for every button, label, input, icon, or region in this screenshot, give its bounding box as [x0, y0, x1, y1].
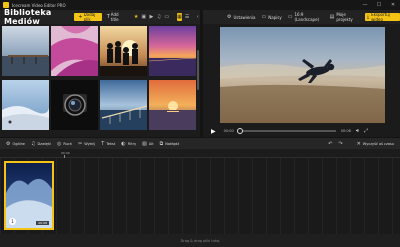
playback-controls: ▶ 00:00 00:08 🔊︎ ⤢	[203, 125, 400, 137]
aspect-ratio-icon: ▭	[287, 14, 293, 20]
undo-icon[interactable]: ↶	[328, 141, 332, 147]
redo-icon[interactable]: ↷	[338, 141, 342, 147]
timeline-ruler[interactable]: 00:00	[0, 149, 400, 158]
motion-icon: ◎	[56, 140, 62, 147]
audio-tool-button[interactable]: ♫ Dzwięki	[31, 141, 51, 147]
current-time: 00:00	[223, 129, 234, 133]
drop-hint: Drag & drop pliki tutaj	[180, 238, 220, 243]
maximize-button[interactable]: ☐	[372, 0, 386, 10]
aspect-ratio-label: 16:9 (Landscape)	[294, 12, 320, 22]
minimize-button[interactable]: —	[358, 0, 372, 10]
grid-view-icon[interactable]: ▦	[177, 13, 182, 21]
add-file-button[interactable]: + Dodaj plik	[74, 12, 102, 22]
library-header: Biblioteka Mediów + Dodaj plik T Add tit…	[0, 8, 200, 26]
add-file-label: Dodaj plik	[83, 12, 96, 22]
media-thumbnail[interactable]	[100, 26, 147, 76]
media-thumbnail[interactable]	[2, 26, 49, 76]
text-plus-icon: T	[106, 14, 110, 20]
media-thumbnail[interactable]	[51, 80, 98, 130]
edit-toolbar: ⚙ Ogólne ♫ Dzwięki ◎ Ruch ✂ Wytnij T Tek…	[0, 137, 400, 149]
subtitles-button[interactable]: ▭ Napisy	[261, 14, 281, 20]
export-video-button[interactable]: ⤓ Eksportuj wideo	[364, 12, 400, 22]
folder-icon: ▤	[329, 14, 335, 20]
seek-bar[interactable]	[236, 128, 336, 134]
add-title-label: Add title	[110, 12, 119, 22]
timeline-clip[interactable]: 1 00:08	[4, 161, 54, 230]
add-title-button[interactable]: T Add title	[104, 12, 126, 22]
overlay-icon: ⧉	[159, 140, 164, 147]
video-preview[interactable]	[220, 27, 385, 123]
media-thumbnail[interactable]	[100, 80, 147, 130]
seek-handle[interactable]	[236, 128, 243, 134]
clear-timeline-label: Wyczyść oś czasu	[362, 141, 394, 146]
subtitles-icon: ▭	[261, 14, 267, 20]
gear-icon: ⚙	[6, 140, 11, 147]
media-thumbnail[interactable]	[51, 26, 98, 76]
clear-timeline-button[interactable]: ✕ Wyczyść oś czasu	[351, 141, 394, 147]
gear-icon: ⚙	[227, 14, 232, 20]
media-thumbnail[interactable]	[2, 80, 49, 130]
transition-tool-button[interactable]: ▧ Alt	[142, 141, 153, 147]
text-tool-label: Tekst	[106, 141, 116, 146]
text-tool-button[interactable]: T Tekst	[101, 141, 115, 147]
subtitles-label: Napisy	[268, 14, 282, 20]
preview-header: ⚙ Ustawienia ▭ Napisy ▭ 16:9 (Landscape)…	[203, 10, 400, 24]
clip-index-badge: 1	[9, 218, 16, 225]
music-icon: ♫	[30, 140, 36, 147]
volume-icon[interactable]: 🔊︎	[356, 128, 359, 134]
audio-filter-icon[interactable]: ♫	[157, 13, 162, 21]
image-filter-icon[interactable]: ▣	[141, 13, 146, 21]
close-icon: ✕	[356, 140, 361, 147]
toolbar-right: ↶ ↷ ✕ Wyczyść oś czasu	[322, 141, 394, 147]
overlay-tool-button[interactable]: ⧉ Nakłądź	[160, 141, 180, 147]
drop-zone[interactable]: Drag & drop pliki tutaj	[0, 234, 400, 247]
plus-icon: +	[78, 14, 83, 20]
my-projects-label: Moje projekty	[336, 12, 353, 22]
ruler-time-label: 00:00	[61, 151, 70, 155]
cut-tool-button[interactable]: ✂ Wytnij	[78, 141, 95, 147]
cut-tool-label: Wytnij	[84, 141, 96, 146]
library-scrollbar[interactable]	[197, 50, 199, 90]
clip-duration: 00:08	[36, 221, 49, 225]
aspect-ratio-button[interactable]: ▭ 16:9 (Landscape)	[288, 12, 324, 22]
text-icon: T	[101, 140, 105, 147]
export-video-label: Eksportuj wideo	[371, 12, 390, 22]
filters-tool-label: Filtry	[127, 141, 137, 146]
video-filter-icon[interactable]: ▶	[149, 13, 154, 21]
settings-button[interactable]: ⚙ Ustawienia	[227, 14, 255, 20]
export-icon: ⤓	[366, 14, 370, 20]
general-tool-button[interactable]: ⚙ Ogólne	[6, 141, 25, 147]
preview-panel: ▶ 00:00 00:08 🔊︎ ⤢	[203, 24, 400, 137]
window-controls: — ☐ ✕	[358, 0, 400, 10]
media-thumbnail[interactable]	[149, 80, 196, 130]
timeline-track[interactable]: 1 00:08	[0, 158, 400, 234]
motion-tool-label: Ruch	[63, 141, 72, 146]
close-button[interactable]: ✕	[386, 0, 400, 10]
filter-icon: ◐	[121, 140, 126, 147]
settings-label: Ustawienia	[233, 14, 256, 20]
overlay-tool-label: Nakłądź	[165, 141, 180, 146]
scissors-icon: ✂	[77, 140, 83, 147]
motion-tool-button[interactable]: ◎ Ruch	[57, 141, 72, 147]
list-view-icon[interactable]: ☰	[185, 13, 190, 21]
media-grid	[0, 24, 200, 137]
my-projects-button[interactable]: ▤ Moje projekty	[330, 12, 359, 22]
general-tool-label: Ogólne	[12, 141, 25, 146]
transition-icon: ▧	[142, 140, 147, 147]
media-thumbnail[interactable]	[149, 26, 196, 76]
filters-tool-button[interactable]: ◐ Filtry	[121, 141, 136, 147]
app-title: Icecream Video Editor PRO	[12, 2, 66, 8]
fullscreen-icon[interactable]: ⤢	[364, 128, 368, 134]
transition-tool-label: Alt	[148, 141, 154, 146]
star-icon[interactable]: ★	[134, 13, 139, 21]
audio-tool-label: Dzwięki	[37, 141, 51, 146]
total-time: 00:08	[340, 129, 351, 133]
play-button-icon[interactable]: ▶	[211, 128, 216, 135]
folder-filter-icon[interactable]: ▭	[164, 13, 169, 21]
